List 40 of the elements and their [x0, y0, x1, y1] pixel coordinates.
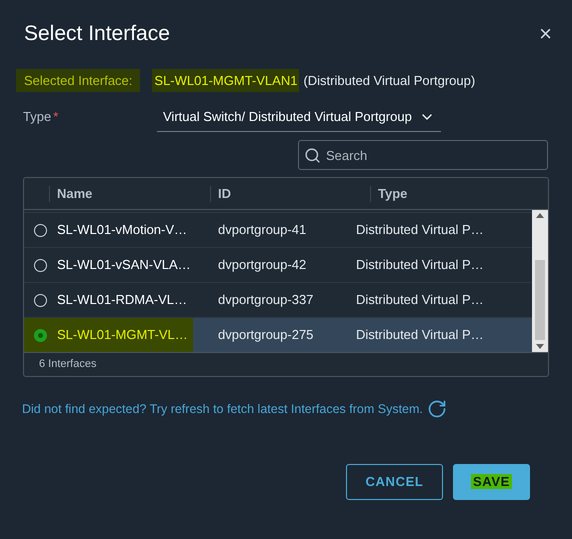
radio-button[interactable] [34, 328, 47, 342]
table-cell-text: dvportgroup-275 [217, 326, 314, 344]
selected-interface-type: (Distributed Virtual Portgroup) [303, 72, 476, 90]
table-cell-text: dvportgroup-42 [217, 256, 308, 274]
table-cell-text: Distributed Virtual P… [355, 256, 485, 274]
table-cell-text: SL-WL01-vSAN-VLA… [57, 256, 192, 274]
table-cell-text: SL-WL01-vMotion-V… [57, 221, 188, 240]
dialog-title: Select Interface [24, 21, 170, 47]
column-header[interactable]: Name [57, 184, 92, 204]
table-row[interactable]: SL-WL01-vSAN-VLA… dvportgroup-42 Distributed Virtual P… [24, 247, 532, 282]
table-cell-text: SL-WL01-RDMA-VL… [57, 291, 188, 310]
radio-button[interactable] [34, 294, 47, 306]
table-cell-text: Distributed Virtual P… [355, 221, 485, 240]
close-button[interactable]: × [539, 22, 552, 45]
table-cell-text: dvportgroup-337 [217, 291, 314, 310]
table-row[interactable]: SL-WL01-MGMT-VL… dvportgroup-275 Distributed Virtual P… [24, 317, 532, 352]
type-label: Type [23, 108, 52, 126]
scroll-up-icon[interactable] [536, 213, 544, 218]
refresh-icon[interactable] [426, 399, 447, 419]
scrollbar[interactable] [532, 210, 548, 352]
radio-button[interactable] [34, 258, 47, 272]
refresh-hint: Did not find expected? Try refresh to fetch latest Interfaces from System. [22, 400, 423, 418]
column-header[interactable]: Type [378, 184, 408, 204]
cancel-button[interactable]: CANCEL [346, 464, 443, 500]
table-cell-text: Distributed Virtual P… [355, 291, 485, 310]
table-cell-text: dvportgroup-41 [217, 221, 308, 240]
type-dropdown[interactable]: Virtual Switch/ Distributed Virtual Portgroup [157, 102, 441, 132]
search-field[interactable]: Search [298, 140, 548, 170]
selected-interface-label: Selected Interface: [16, 68, 140, 92]
table-cell-text: Distributed Virtual P… [355, 326, 485, 344]
scroll-down-icon[interactable] [536, 344, 544, 349]
table-row[interactable]: SL-WL01-vMotion-V… dvportgroup-41 Distributed Virtual P… [24, 212, 532, 247]
table-cell-text: SL-WL01-MGMT-VL… [57, 326, 189, 344]
radio-button[interactable] [34, 224, 47, 236]
selected-interface-name: SL-WL01-MGMT-VLAN1 [152, 68, 300, 92]
save-button[interactable]: SAVE [453, 464, 530, 500]
column-header[interactable]: ID [218, 184, 231, 204]
required-mark: * [53, 108, 58, 126]
table-footer-count: 6 Interfaces [39, 357, 96, 372]
search-icon [304, 147, 321, 164]
